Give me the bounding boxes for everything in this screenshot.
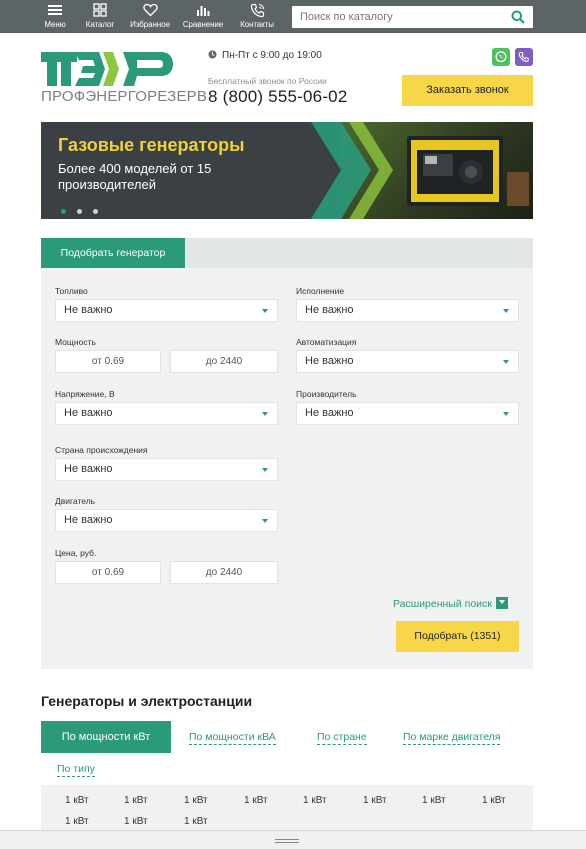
power-value-link[interactable]: 1 кВт xyxy=(65,816,89,827)
bar-chart-icon xyxy=(180,3,226,20)
power-value-link[interactable]: 1 кВт xyxy=(303,795,327,806)
top-navigation-bar: Меню Каталог Избранное Сравнение Контакт… xyxy=(0,0,586,33)
power-value-link[interactable]: 1 кВт xyxy=(184,795,208,806)
section-title: Генераторы и электростанции xyxy=(41,693,253,709)
power-value-link[interactable]: 1 кВт xyxy=(482,795,506,806)
design-select[interactable]: Не важно xyxy=(296,299,519,322)
automation-value: Не важно xyxy=(305,355,354,367)
chevron-down-icon xyxy=(503,360,509,364)
generator-filter-panel: Подобрать генератор Топливо Не важно Мощ… xyxy=(41,238,533,669)
drag-handle-icon[interactable] xyxy=(275,839,299,840)
power-value-link[interactable]: 1 кВт xyxy=(363,795,387,806)
clock-icon xyxy=(208,50,217,62)
phone-number[interactable]: 8 (800) 555-06-02 xyxy=(208,87,348,107)
fuel-select[interactable]: Не важно xyxy=(55,299,278,322)
catalog-label: Каталог xyxy=(85,20,115,29)
heart-icon xyxy=(127,3,173,20)
voltage-value: Не важно xyxy=(64,407,113,419)
power-label: Мощность xyxy=(55,337,96,347)
whatsapp-icon[interactable] xyxy=(492,48,510,66)
manufacturer-select[interactable]: Не важно xyxy=(296,402,519,425)
banner-subtitle: Более 400 моделей от 15 производителей xyxy=(58,161,212,192)
power-values-panel: 1 кВт 1 кВт 1 кВт 1 кВт 1 кВт 1 кВт 1 кВ… xyxy=(41,785,533,835)
request-call-button[interactable]: Заказать звонок xyxy=(402,75,533,106)
fuel-value: Не важно xyxy=(64,304,113,316)
country-value: Не важно xyxy=(64,463,113,475)
slider-dot[interactable] xyxy=(93,209,98,214)
advanced-search-toggle[interactable]: Расширенный поиск xyxy=(393,597,508,610)
viber-icon[interactable] xyxy=(515,48,533,66)
search-icon[interactable] xyxy=(511,10,525,29)
chevron-down-icon xyxy=(503,412,509,416)
power-value-link[interactable]: 1 кВт xyxy=(184,816,208,827)
grid-icon xyxy=(77,3,123,20)
power-from-input[interactable]: от 0.69 xyxy=(55,350,161,373)
engine-select[interactable]: Не важно xyxy=(55,509,278,532)
power-value-link[interactable]: 1 кВт xyxy=(65,795,89,806)
power-value-link[interactable]: 1 кВт xyxy=(124,816,148,827)
price-label: Цена, руб. xyxy=(55,548,97,558)
filter-tab-strip xyxy=(185,238,533,268)
power-to-input[interactable]: до 2440 xyxy=(170,350,278,373)
menu-label: Меню xyxy=(44,20,66,29)
automation-select[interactable]: Не важно xyxy=(296,350,519,373)
favorites-label: Избранное xyxy=(130,20,170,29)
chevron-down-icon xyxy=(262,309,268,313)
pick-submit-button[interactable]: Подобрать (1351) xyxy=(396,621,519,652)
price-to-input[interactable]: до 2440 xyxy=(170,561,278,584)
logo-text: ПРОФЭНЕРГОРЕЗЕРВ xyxy=(41,88,208,105)
hamburger-icon xyxy=(32,3,78,20)
contacts-label: Контакты xyxy=(240,20,274,29)
chevron-down-icon xyxy=(503,309,509,313)
country-select[interactable]: Не важно xyxy=(55,458,278,481)
voltage-label: Напряжение, В xyxy=(55,389,115,399)
automation-label: Автоматизация xyxy=(296,337,357,347)
promo-banner[interactable]: Газовые генераторы Более 400 моделей от … xyxy=(41,122,533,219)
catalog-search xyxy=(292,6,533,28)
manufacturer-value: Не важно xyxy=(305,407,354,419)
advanced-search-label: Расширенный поиск xyxy=(393,598,492,610)
design-value: Не важно xyxy=(305,304,354,316)
tab-power-kva[interactable]: По мощности кВА xyxy=(189,731,276,745)
power-value-link[interactable]: 1 кВт xyxy=(422,795,446,806)
design-label: Исполнение xyxy=(296,286,345,296)
phone-icon xyxy=(234,3,280,20)
engine-value: Не важно xyxy=(64,514,113,526)
price-from-input[interactable]: от 0.69 xyxy=(55,561,161,584)
chevron-down-icon xyxy=(495,597,508,609)
tab-country[interactable]: По стране xyxy=(317,731,367,745)
banner-chevron-decoration xyxy=(311,122,529,219)
tab-engine-brand[interactable]: По марке двигателя xyxy=(403,731,501,745)
slider-dot[interactable] xyxy=(61,209,66,214)
slider-dot[interactable] xyxy=(77,209,82,214)
manufacturer-label: Производитель xyxy=(296,389,357,399)
working-hours: Пн-Пт с 9:00 до 19:00 xyxy=(208,50,322,62)
engine-label: Двигатель xyxy=(55,496,96,506)
catalog-button[interactable]: Каталог xyxy=(77,3,123,29)
menu-button[interactable]: Меню xyxy=(32,3,78,29)
compare-label: Сравнение xyxy=(182,20,224,29)
search-input[interactable] xyxy=(292,6,502,28)
tab-pick-generator[interactable]: Подобрать генератор xyxy=(41,238,185,268)
tab-type[interactable]: По типу xyxy=(57,763,95,777)
chevron-down-icon xyxy=(262,468,268,472)
slider-dots xyxy=(61,201,109,219)
chevron-down-icon xyxy=(262,519,268,523)
free-call-note: Бесплатный звонок по России xyxy=(208,76,327,86)
compare-button[interactable]: Сравнение xyxy=(180,3,226,29)
contacts-button[interactable]: Контакты xyxy=(234,3,280,29)
chevron-down-icon xyxy=(262,412,268,416)
fuel-label: Топливо xyxy=(55,286,88,296)
voltage-select[interactable]: Не важно xyxy=(55,402,278,425)
power-value-link[interactable]: 1 кВт xyxy=(124,795,148,806)
banner-title: Газовые генераторы xyxy=(58,135,245,155)
power-value-link[interactable]: 1 кВт xyxy=(244,795,268,806)
tab-power-kw[interactable]: По мощности кВт xyxy=(41,721,171,753)
hours-text: Пн-Пт с 9:00 до 19:00 xyxy=(222,50,322,61)
bottom-drawer-handle-bar[interactable] xyxy=(0,830,586,849)
country-label: Страна происхождения xyxy=(55,445,148,455)
favorites-button[interactable]: Избранное xyxy=(127,3,173,29)
